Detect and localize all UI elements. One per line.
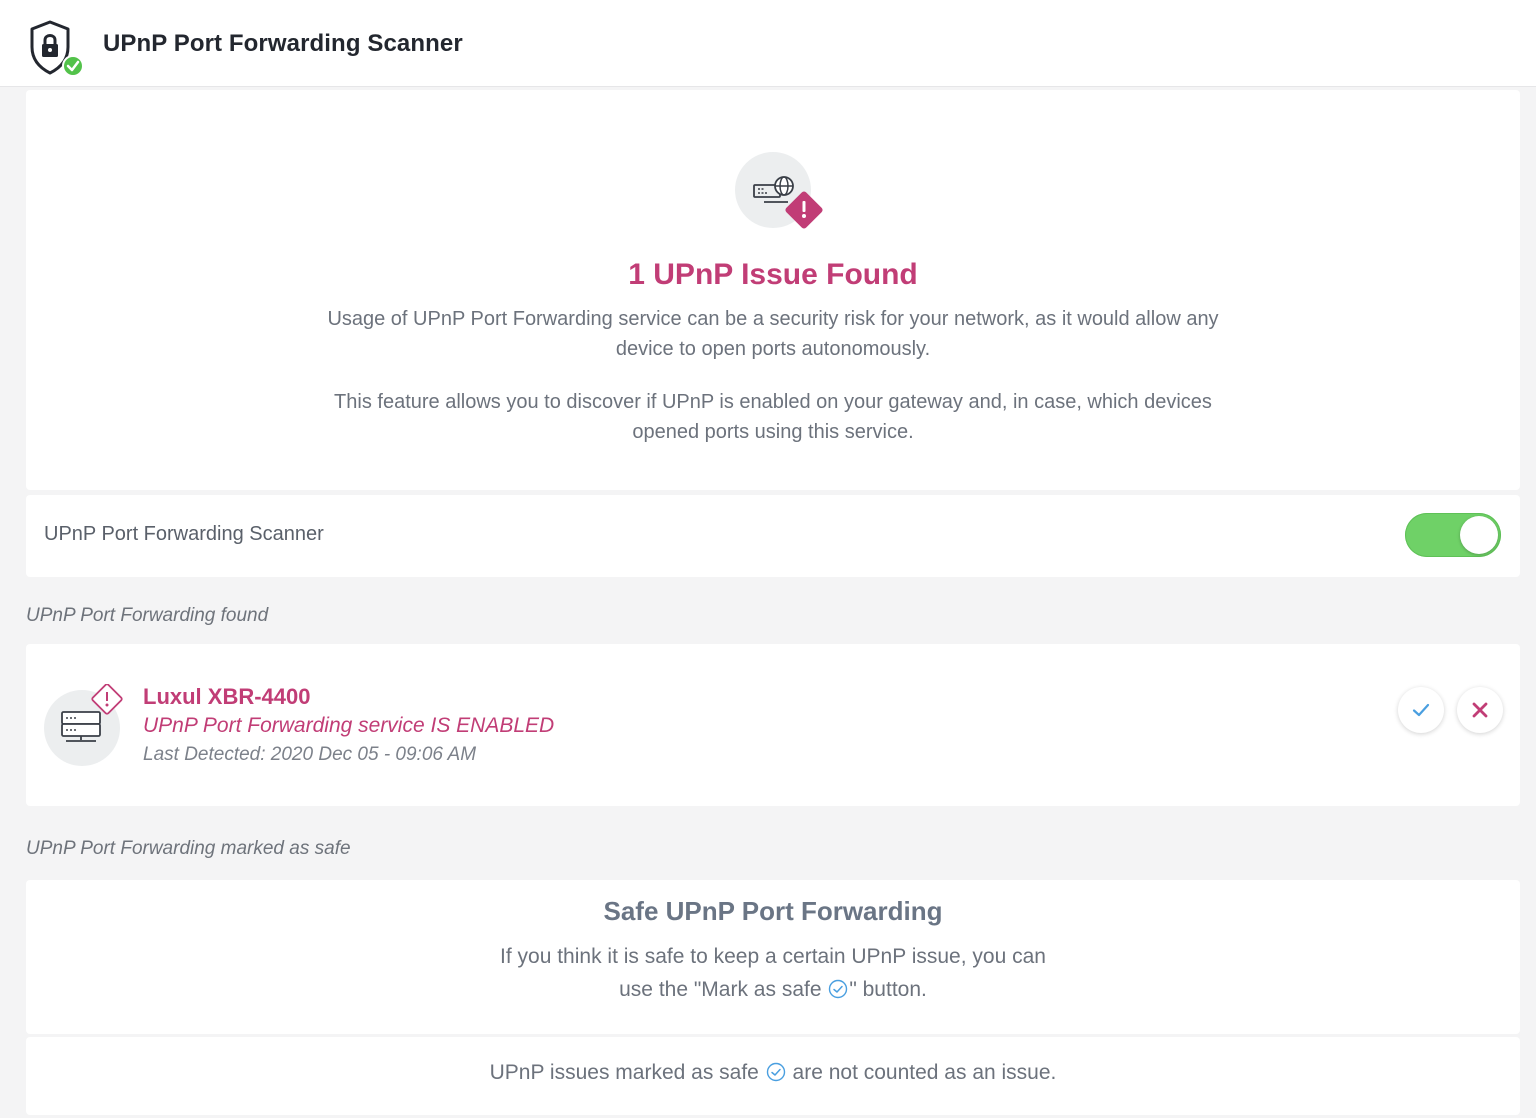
safe-note-card: UPnP issues marked as safe are not count…	[26, 1037, 1520, 1115]
router-warning-icon	[44, 683, 134, 768]
close-icon	[1472, 702, 1488, 718]
check-circle-icon	[829, 979, 848, 999]
app-header: UPnP Port Forwarding Scanner	[0, 0, 1536, 87]
safe-title: Safe UPnP Port Forwarding	[603, 896, 943, 926]
check-icon	[1412, 703, 1430, 717]
feature-description: This feature allows you to discover if U…	[334, 391, 1212, 443]
shield-lock-icon	[26, 20, 88, 78]
toggle-knob	[1460, 516, 1498, 554]
note-text-end: are not counted as an issue.	[786, 1061, 1057, 1084]
risk-description: Usage of UPnP Port Forwarding service ca…	[327, 308, 1219, 360]
safe-text-line2-end: " button.	[849, 978, 927, 1001]
found-section-label: UPnP Port Forwarding found	[26, 605, 269, 626]
scanner-toggle-row: UPnP Port Forwarding Scanner	[26, 495, 1520, 577]
issue-summary-card: 1 UPnP Issue Found Usage of UPnP Port Fo…	[26, 90, 1520, 490]
scanner-toggle-label: UPnP Port Forwarding Scanner	[44, 523, 324, 545]
note-text-start: UPnP issues marked as safe	[489, 1061, 765, 1084]
safe-section-label: UPnP Port Forwarding marked as safe	[26, 838, 351, 859]
device-status: UPnP Port Forwarding service IS ENABLED	[143, 714, 555, 737]
safe-info-card: Safe UPnP Port Forwarding If you think i…	[26, 880, 1520, 1034]
list-item: Luxul XBR-4400 UPnP Port Forwarding serv…	[26, 644, 1520, 806]
safe-text-line1: If you think it is safe to keep a certai…	[500, 945, 1046, 968]
safe-text-line2-start: use the "Mark as safe	[619, 978, 828, 1001]
safe-note: UPnP issues marked as safe are not count…	[26, 1061, 1520, 1085]
device-name: Luxul XBR-4400	[143, 684, 311, 709]
safe-description: If you think it is safe to keep a certai…	[26, 940, 1520, 1006]
mark-as-safe-button[interactable]	[1398, 687, 1444, 733]
scanner-toggle-switch[interactable]	[1405, 513, 1501, 557]
last-detected: Last Detected: 2020 Dec 05 - 09:06 AM	[143, 744, 477, 765]
check-circle-icon	[766, 1062, 785, 1082]
network-gateway-warning-icon	[734, 152, 828, 238]
dismiss-button[interactable]	[1457, 687, 1503, 733]
app-title: UPnP Port Forwarding Scanner	[103, 30, 463, 57]
issues-found-title: 1 UPnP Issue Found	[628, 258, 918, 291]
